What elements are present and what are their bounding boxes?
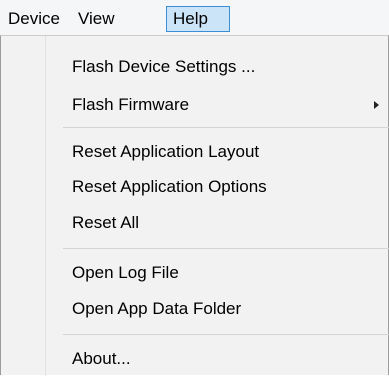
menu-help[interactable]: Help [166, 6, 230, 32]
menu-item-reset-application-layout[interactable]: Reset Application Layout [72, 137, 259, 167]
help-dropdown-menu: Flash Device Settings ... Flash Firmware… [0, 35, 389, 376]
menu-item-flash-device-settings[interactable]: Flash Device Settings ... [72, 52, 255, 82]
menu-item-open-app-data-folder[interactable]: Open App Data Folder [72, 294, 241, 324]
menu-item-flash-firmware[interactable]: Flash Firmware [72, 90, 189, 120]
menu-item-reset-all[interactable]: Reset All [72, 208, 139, 238]
menu-separator [63, 334, 389, 335]
chevron-right-icon [374, 101, 379, 109]
menu-view[interactable]: View [72, 6, 121, 32]
menu-icon-gutter-divider [45, 36, 46, 376]
menu-separator [63, 127, 389, 128]
menu-device[interactable]: Device [2, 6, 66, 32]
menu-item-open-log-file[interactable]: Open Log File [72, 258, 179, 288]
menu-bar: Device View Help [0, 0, 389, 36]
menu-item-about[interactable]: About... [72, 344, 131, 374]
menu-separator [63, 248, 389, 249]
menu-item-reset-application-options[interactable]: Reset Application Options [72, 172, 267, 202]
